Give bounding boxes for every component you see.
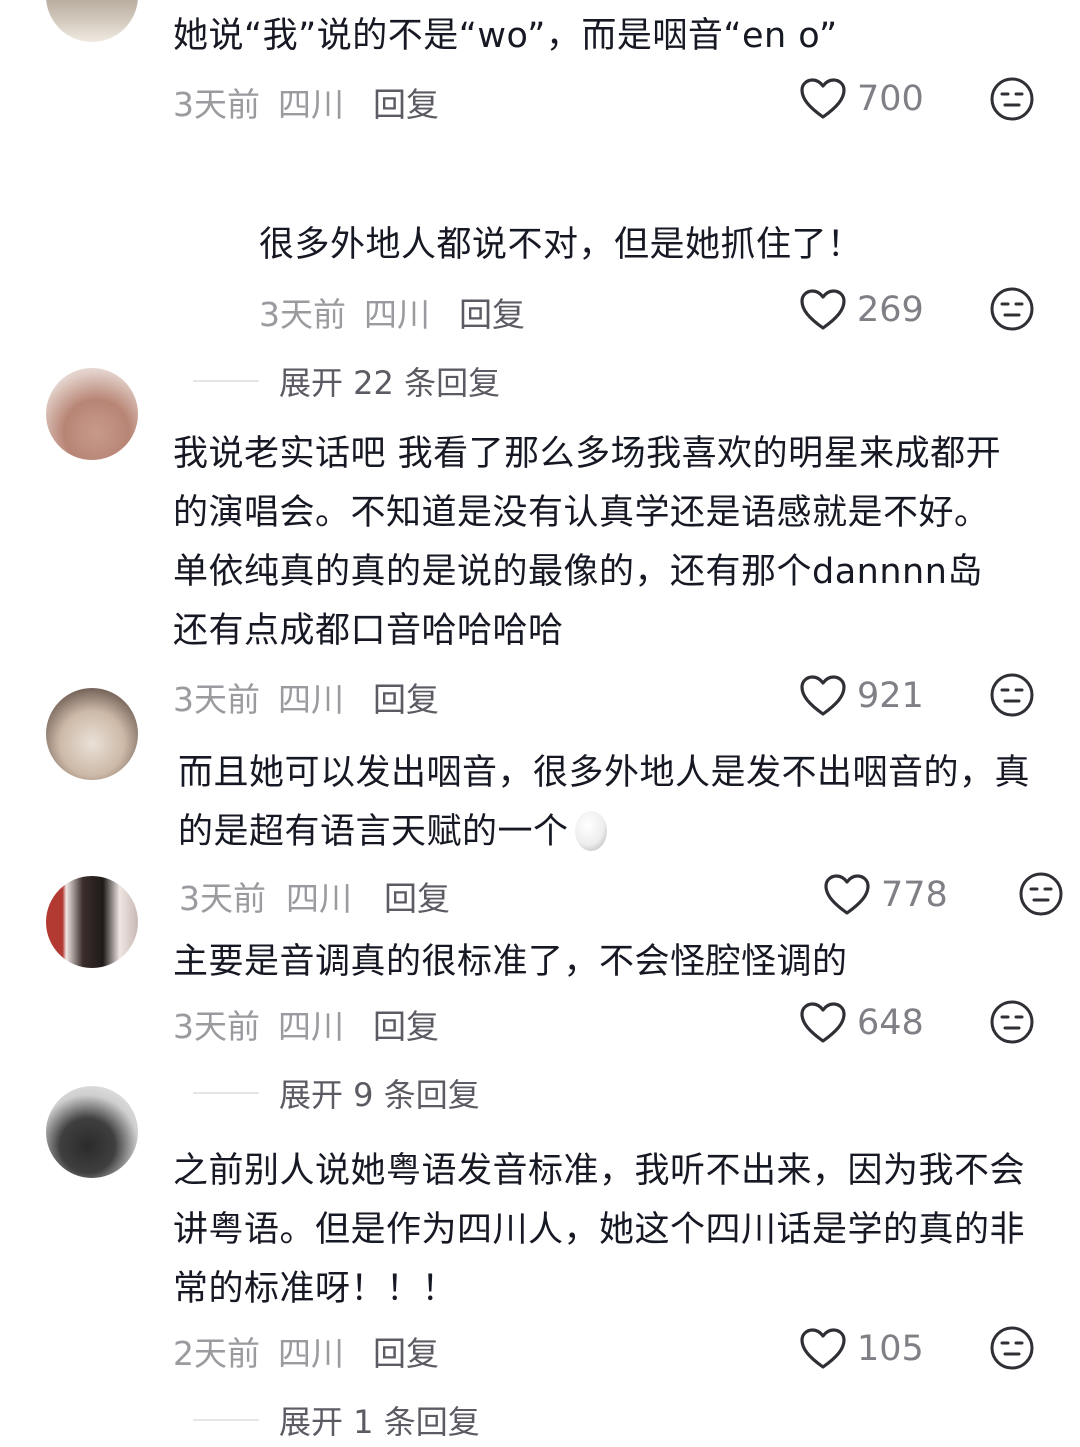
avatar[interactable] bbox=[46, 368, 138, 460]
comment-location: 四川 bbox=[278, 1334, 344, 1373]
neutral-face-icon[interactable] bbox=[989, 76, 1035, 122]
neutral-face-icon[interactable] bbox=[989, 286, 1035, 332]
reply-button[interactable]: 回复 bbox=[459, 288, 525, 336]
comment-text: 主要是音调真的很标准了，不会怪腔怪调的 bbox=[173, 942, 848, 982]
heart-outline-icon bbox=[800, 289, 846, 330]
like-count: 648 bbox=[857, 1003, 924, 1043]
reply-button[interactable]: 回复 bbox=[373, 1000, 439, 1048]
reply-button[interactable]: 回复 bbox=[384, 872, 450, 920]
expand-replies-button[interactable]: 展开 22 条回复 bbox=[193, 361, 501, 402]
comment-date: 3天前 bbox=[179, 879, 266, 918]
avatar[interactable] bbox=[46, 1086, 138, 1178]
avatar[interactable] bbox=[46, 876, 138, 968]
comment-date: 3天前 bbox=[173, 680, 260, 719]
heart-outline-icon bbox=[800, 1328, 846, 1369]
like-count: 269 bbox=[857, 290, 924, 330]
like-button[interactable]: 778 bbox=[823, 870, 948, 920]
heart-outline-icon bbox=[824, 874, 870, 915]
comment-text: 之前别人说她粤语发音标准，我听不出来，因为我不会讲粤语。但是作为四川人，她这个四… bbox=[173, 1151, 1026, 1309]
comment-date: 2天前 bbox=[173, 1334, 260, 1373]
heart-outline-icon bbox=[800, 1002, 846, 1043]
heart-outline-icon bbox=[800, 675, 846, 716]
neutral-face-icon[interactable] bbox=[989, 999, 1035, 1045]
reply-button[interactable]: 回复 bbox=[373, 78, 439, 126]
divider bbox=[193, 1092, 259, 1094]
comment-location: 四川 bbox=[286, 879, 352, 918]
expand-replies-button[interactable]: 展开 1 条回复 bbox=[193, 1400, 480, 1441]
comment-location: 四川 bbox=[364, 295, 430, 334]
expand-replies-button[interactable]: 展开 9 条回复 bbox=[193, 1073, 480, 1114]
comment-text: 而且她可以发出咽音，很多外地人是发不出咽音的，真的是超有语言天赋的一个 bbox=[178, 744, 1058, 862]
divider bbox=[193, 1419, 259, 1421]
comment-text: 她说“我”说的不是“wo”，而是咽音“en o” bbox=[173, 16, 838, 56]
like-count: 105 bbox=[857, 1329, 924, 1369]
like-button[interactable]: 648 bbox=[799, 998, 924, 1048]
reply-button[interactable]: 回复 bbox=[373, 1327, 439, 1375]
comment-location: 四川 bbox=[278, 680, 344, 719]
like-button[interactable]: 921 bbox=[799, 671, 924, 721]
comment-text: 很多外地人都说不对，但是她抓住了！ bbox=[259, 225, 863, 265]
avatar[interactable] bbox=[46, 688, 138, 780]
expand-replies-label: 展开 22 条回复 bbox=[279, 364, 501, 402]
avatar[interactable] bbox=[46, 0, 138, 42]
neutral-face-icon[interactable] bbox=[989, 672, 1035, 718]
like-count: 778 bbox=[881, 875, 948, 915]
heart-outline-icon bbox=[800, 78, 846, 119]
expand-replies-label: 展开 1 条回复 bbox=[279, 1403, 480, 1441]
egg-emoji-icon bbox=[574, 811, 607, 851]
like-button[interactable]: 105 bbox=[799, 1324, 924, 1374]
comment-date: 3天前 bbox=[173, 85, 260, 124]
like-button[interactable]: 269 bbox=[799, 285, 924, 335]
comment-location: 四川 bbox=[278, 1007, 344, 1046]
like-count: 921 bbox=[857, 676, 924, 716]
neutral-face-icon[interactable] bbox=[1018, 871, 1064, 917]
expand-replies-label: 展开 9 条回复 bbox=[279, 1076, 480, 1114]
comment-location: 四川 bbox=[278, 85, 344, 124]
reply-button[interactable]: 回复 bbox=[373, 673, 439, 721]
divider bbox=[193, 380, 259, 382]
comment-date: 3天前 bbox=[173, 1007, 260, 1046]
like-button[interactable]: 700 bbox=[799, 74, 924, 124]
comment-date: 3天前 bbox=[259, 295, 346, 334]
comment-text: 我说老实话吧 我看了那么多场我喜欢的明星来成都开的演唱会。不知道是没有认真学还是… bbox=[173, 434, 1002, 651]
like-count: 700 bbox=[857, 79, 924, 119]
neutral-face-icon[interactable] bbox=[989, 1325, 1035, 1371]
